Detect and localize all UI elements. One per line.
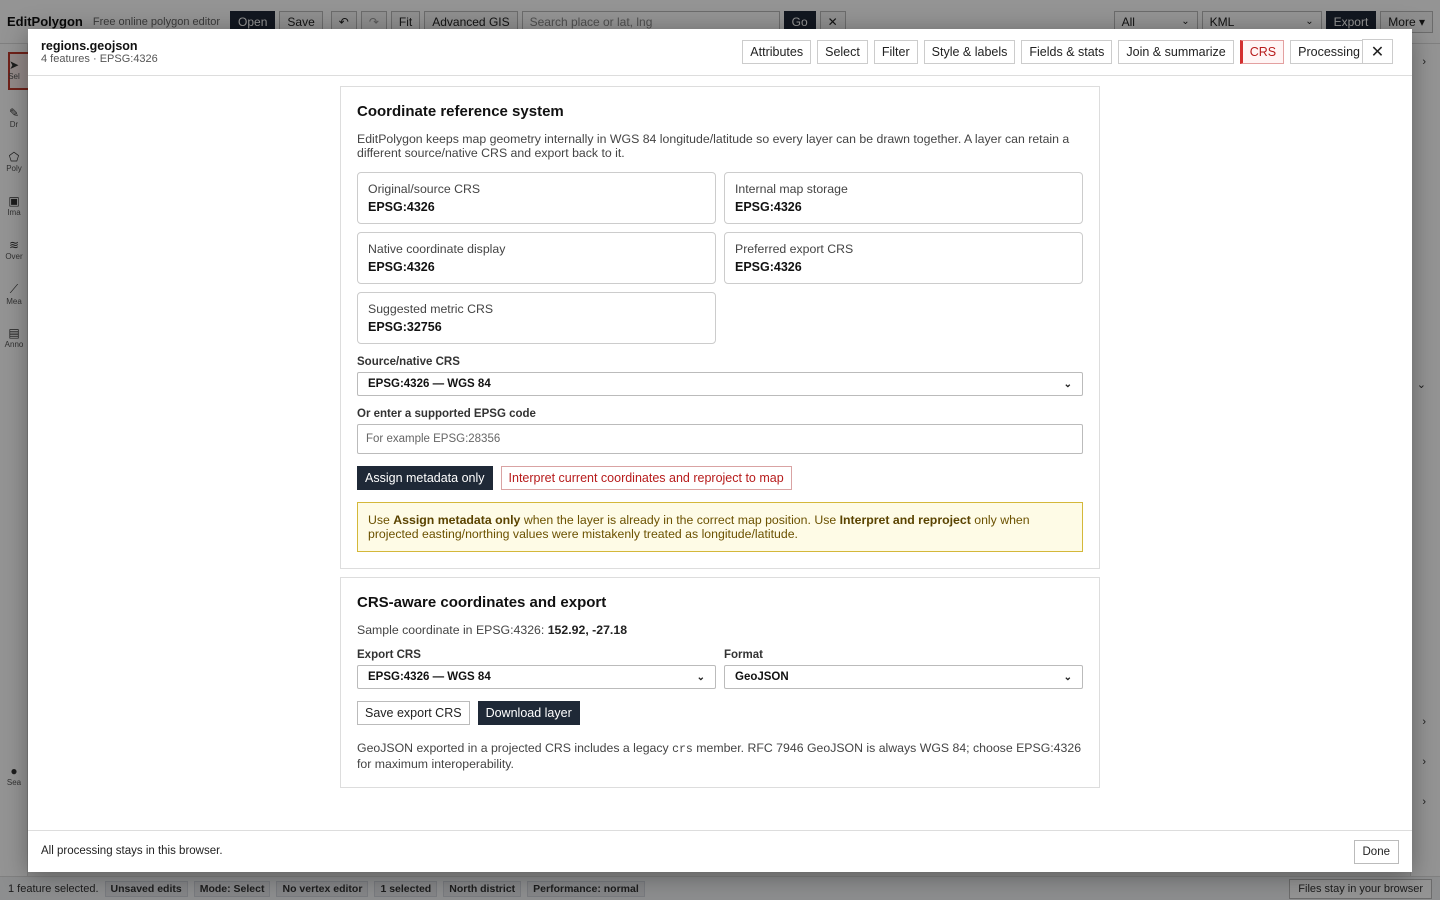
dialog-tabs: Attributes Select Filter Style & labels … <box>742 40 1368 64</box>
notice-text: Use <box>368 513 394 527</box>
footer-note: All processing stays in this browser. <box>41 845 223 857</box>
export-actions: Save export CRS Download layer <box>357 701 1083 725</box>
crs-info-grid: Original/source CRS EPSG:4326 Internal m… <box>357 172 1083 344</box>
export-crs-value: EPSG:4326 — WGS 84 <box>368 671 491 683</box>
crs-description: EditPolygon keeps map geometry internall… <box>357 132 1070 160</box>
dialog-subtitle: 4 features · EPSG:4326 <box>41 53 158 65</box>
info-value: EPSG:4326 <box>735 200 802 214</box>
chevron-down-icon: ⌄ <box>1063 671 1072 683</box>
crs-help-notice: Use Assign metadata only when the layer … <box>357 502 1083 552</box>
suggested-metric-box: Suggested metric CRS EPSG:32756 <box>357 292 716 344</box>
export-crs-field: Export CRS EPSG:4326 — WGS 84 ⌄ <box>357 645 716 689</box>
epsg-code-label: Or enter a supported EPSG code <box>357 408 536 420</box>
notice-emphasis: Assign metadata only <box>393 513 521 527</box>
info-label: Preferred export CRS <box>735 242 854 256</box>
format-select-export[interactable]: GeoJSON ⌄ <box>724 665 1083 689</box>
export-note: GeoJSON exported in a projected CRS incl… <box>357 741 1083 771</box>
info-value: EPSG:32756 <box>368 320 442 334</box>
assign-metadata-button[interactable]: Assign metadata only <box>357 466 493 490</box>
tab-crs[interactable]: CRS <box>1239 40 1285 64</box>
info-label: Internal map storage <box>735 182 848 196</box>
export-heading: CRS-aware coordinates and export <box>357 594 607 611</box>
layer-tools-dialog: regions.geojson 4 features · EPSG:4326 A… <box>28 29 1412 872</box>
reproject-button[interactable]: Interpret current coordinates and reproj… <box>500 466 792 490</box>
source-crs-select[interactable]: EPSG:4326 — WGS 84 ⌄ <box>357 372 1083 396</box>
info-label: Suggested metric CRS <box>368 302 494 316</box>
epsg-code-input[interactable] <box>357 424 1083 454</box>
format-field: Format GeoJSON ⌄ <box>724 645 1083 689</box>
info-value: EPSG:4326 <box>735 260 802 274</box>
note-text: GeoJSON exported in a projected CRS incl… <box>357 741 673 755</box>
chevron-down-icon: ⌄ <box>1063 378 1072 390</box>
info-label: Native coordinate display <box>368 242 506 256</box>
info-value: EPSG:4326 <box>368 260 435 274</box>
notice-text: when the layer is already in the correct… <box>520 513 840 527</box>
crs-card: Coordinate reference system EditPolygon … <box>340 86 1100 569</box>
sample-value: 152.92, -27.18 <box>547 623 628 637</box>
source-crs-box: Original/source CRS EPSG:4326 <box>357 172 716 224</box>
internal-storage-box: Internal map storage EPSG:4326 <box>724 172 1083 224</box>
format-value: GeoJSON <box>735 671 789 683</box>
note-code: crs <box>672 743 693 756</box>
chevron-down-icon: ⌄ <box>696 671 705 683</box>
tab-attributes[interactable]: Attributes <box>742 40 812 64</box>
close-icon[interactable]: ✕ <box>1362 39 1393 64</box>
save-export-crs-button[interactable]: Save export CRS <box>357 701 470 725</box>
tab-style-labels[interactable]: Style & labels <box>923 40 1016 64</box>
tab-filter[interactable]: Filter <box>873 40 918 64</box>
tab-join-summarize[interactable]: Join & summarize <box>1118 40 1234 64</box>
export-crs-label: Export CRS <box>357 649 421 661</box>
dialog-footer: All processing stays in this browser. Do… <box>28 830 1412 872</box>
dialog-header: regions.geojson 4 features · EPSG:4326 A… <box>28 29 1412 76</box>
tab-fields-stats[interactable]: Fields & stats <box>1021 40 1113 64</box>
native-display-box: Native coordinate display EPSG:4326 <box>357 232 716 284</box>
download-layer-button[interactable]: Download layer <box>477 701 580 725</box>
preferred-export-box: Preferred export CRS EPSG:4326 <box>724 232 1083 284</box>
format-label: Format <box>724 649 763 661</box>
source-crs-value: EPSG:4326 — WGS 84 <box>368 378 491 390</box>
info-label: Original/source CRS <box>368 182 481 196</box>
done-button[interactable]: Done <box>1353 840 1399 864</box>
tab-processing[interactable]: Processing <box>1290 40 1368 64</box>
source-crs-label: Source/native CRS <box>357 356 460 368</box>
dialog-body: Coordinate reference system EditPolygon … <box>28 76 1412 830</box>
crs-actions: Assign metadata only Interpret current c… <box>357 466 1083 490</box>
export-card: CRS-aware coordinates and export Sample … <box>340 577 1100 788</box>
info-value: EPSG:4326 <box>368 200 435 214</box>
export-crs-select[interactable]: EPSG:4326 — WGS 84 ⌄ <box>357 665 716 689</box>
dialog-title: regions.geojson <box>41 39 138 53</box>
sample-label: Sample coordinate in EPSG:4326: <box>357 623 548 637</box>
export-fields: Export CRS EPSG:4326 — WGS 84 ⌄ Format G… <box>357 645 1083 689</box>
sample-coordinate: Sample coordinate in EPSG:4326: 152.92, … <box>357 623 1083 637</box>
crs-heading: Coordinate reference system <box>357 103 564 120</box>
tab-select[interactable]: Select <box>817 40 868 64</box>
notice-emphasis: Interpret and reproject <box>839 513 971 527</box>
